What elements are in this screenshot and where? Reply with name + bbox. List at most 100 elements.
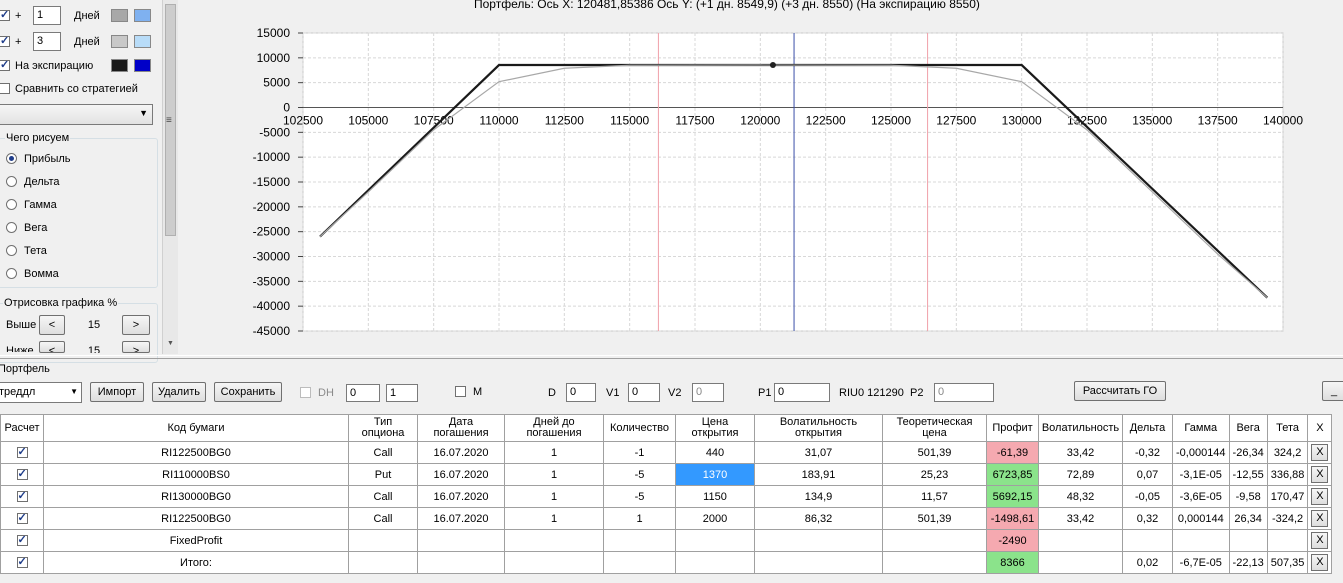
minimize-button[interactable]: _ bbox=[1322, 381, 1343, 401]
col-header[interactable]: Цена открытия bbox=[675, 414, 755, 442]
cell-qty[interactable]: -5 bbox=[603, 463, 676, 486]
cell-code[interactable]: RI122500BG0 bbox=[43, 507, 349, 530]
below-decrease-button[interactable]: < bbox=[39, 341, 65, 353]
settings-scrollbar[interactable]: ▼ bbox=[162, 0, 178, 354]
strategy-select[interactable]: треддл ▼ bbox=[0, 382, 82, 403]
radio-theta[interactable] bbox=[6, 245, 17, 256]
col-header[interactable]: Волатильность открытия bbox=[754, 414, 883, 442]
spin2-input[interactable]: 1 bbox=[386, 384, 418, 402]
cell-code[interactable]: RI110000BS0 bbox=[43, 463, 349, 486]
color-3-gray-swatch[interactable] bbox=[111, 35, 128, 48]
remove-row-button[interactable]: X bbox=[1311, 510, 1329, 527]
remove-row-button[interactable]: X bbox=[1311, 488, 1329, 505]
radio-gamma[interactable] bbox=[6, 199, 17, 210]
cell-date[interactable]: 16.07.2020 bbox=[417, 463, 505, 486]
radio-vega[interactable] bbox=[6, 222, 17, 233]
color-1-gray-swatch[interactable] bbox=[111, 9, 128, 22]
cell-days[interactable]: 1 bbox=[504, 441, 604, 464]
above-decrease-button[interactable]: < bbox=[39, 315, 65, 335]
show-3-day-checkbox[interactable] bbox=[0, 34, 10, 47]
col-header[interactable]: Тета bbox=[1266, 414, 1309, 442]
cell-vol-open[interactable]: 86,32 bbox=[754, 507, 883, 530]
days-3-input[interactable]: 3 bbox=[33, 32, 61, 51]
col-header[interactable]: Количество bbox=[603, 414, 676, 442]
cell-price[interactable]: 440 bbox=[675, 441, 755, 464]
cell-type[interactable]: Call bbox=[348, 507, 418, 530]
table-row[interactable]: RI122500BG0 Call 16.07.2020 1 1 2000 86,… bbox=[0, 507, 1333, 530]
cell-date[interactable]: 16.07.2020 bbox=[417, 441, 505, 464]
dh-checkbox[interactable] bbox=[300, 387, 311, 398]
m-checkbox[interactable] bbox=[455, 386, 466, 397]
expiry-blue-swatch[interactable] bbox=[134, 59, 151, 72]
calc-checkbox[interactable] bbox=[16, 511, 28, 525]
col-header[interactable]: Профит bbox=[986, 414, 1039, 442]
v1-input[interactable]: 0 bbox=[628, 383, 660, 402]
remove-row-button[interactable]: X bbox=[1311, 532, 1329, 549]
col-header[interactable]: Код бумаги bbox=[43, 414, 349, 442]
expiry-checkbox[interactable] bbox=[0, 58, 10, 71]
cell-vol-open[interactable]: 31,07 bbox=[754, 441, 883, 464]
cell-qty[interactable]: 1 bbox=[603, 507, 676, 530]
calc-checkbox[interactable] bbox=[16, 555, 28, 569]
calc-go-button[interactable]: Рассчитать ГО bbox=[1074, 381, 1166, 401]
remove-row-button[interactable]: X bbox=[1311, 444, 1329, 461]
p1-input[interactable]: 0 bbox=[774, 383, 830, 402]
radio-profit[interactable] bbox=[6, 153, 17, 164]
table-row-total[interactable]: Итого: 8366 0,02 -6,7E-05 -22,13 507,35 … bbox=[0, 551, 1333, 574]
color-1-blue-swatch[interactable] bbox=[134, 9, 151, 22]
cell-days[interactable]: 1 bbox=[504, 507, 604, 530]
cell-type[interactable]: Put bbox=[348, 463, 418, 486]
remove-row-button[interactable]: X bbox=[1311, 466, 1329, 483]
col-header[interactable]: Теоретическая цена bbox=[882, 414, 987, 442]
radio-delta[interactable] bbox=[6, 176, 17, 187]
col-header[interactable]: Дельта bbox=[1122, 414, 1173, 442]
cell-date[interactable]: 16.07.2020 bbox=[417, 507, 505, 530]
table-row[interactable]: RI130000BG0 Call 16.07.2020 1 -5 1150 13… bbox=[0, 485, 1333, 508]
cell-type[interactable]: Call bbox=[348, 441, 418, 464]
section-separator[interactable] bbox=[0, 355, 1343, 359]
col-header[interactable]: Расчет bbox=[0, 414, 44, 442]
cell-code[interactable]: RI130000BG0 bbox=[43, 485, 349, 508]
payoff-chart[interactable]: 102500 105000 107500 110000 112500 115000 1175… bbox=[180, 10, 1343, 350]
cell-price[interactable]: 1150 bbox=[675, 485, 755, 508]
radio-vomma[interactable] bbox=[6, 268, 17, 279]
calc-checkbox[interactable] bbox=[16, 445, 28, 459]
scroll-down-icon[interactable]: ▼ bbox=[167, 340, 174, 347]
cell-qty[interactable]: -5 bbox=[603, 485, 676, 508]
cell-days[interactable]: 1 bbox=[504, 485, 604, 508]
splitter-grip-icon[interactable]: ≡ bbox=[166, 115, 172, 126]
save-button[interactable]: Сохранить bbox=[214, 382, 282, 402]
import-button[interactable]: Импорт bbox=[90, 382, 144, 402]
col-header[interactable]: Дней до погашения bbox=[504, 414, 604, 442]
calc-checkbox[interactable] bbox=[16, 467, 28, 481]
col-header[interactable]: X bbox=[1307, 414, 1333, 442]
cell-date[interactable]: 16.07.2020 bbox=[417, 485, 505, 508]
above-value[interactable]: 15 bbox=[72, 319, 116, 331]
below-value[interactable]: 15 bbox=[72, 345, 116, 353]
cell-price[interactable]: 2000 bbox=[675, 507, 755, 530]
days-1-input[interactable]: 1 bbox=[33, 6, 61, 25]
compare-checkbox[interactable] bbox=[0, 83, 10, 94]
above-increase-button[interactable]: > bbox=[122, 315, 150, 335]
show-1-day-checkbox[interactable] bbox=[0, 8, 10, 21]
delete-button[interactable]: Удалить bbox=[152, 382, 206, 402]
remove-row-button[interactable]: X bbox=[1311, 554, 1329, 571]
cell-code[interactable]: RI122500BG0 bbox=[43, 441, 349, 464]
col-header[interactable]: Волатильность bbox=[1038, 414, 1123, 442]
col-header[interactable]: Вега bbox=[1228, 414, 1268, 442]
col-header[interactable]: Дата погашения bbox=[417, 414, 505, 442]
expiry-black-swatch[interactable] bbox=[111, 59, 128, 72]
cell-vol-open[interactable]: 183,91 bbox=[754, 463, 883, 486]
calc-checkbox[interactable] bbox=[16, 533, 28, 547]
col-header[interactable]: Гамма bbox=[1172, 414, 1230, 442]
table-row-fixed-profit[interactable]: FixedProfit -2490 X bbox=[0, 529, 1333, 552]
cell-qty[interactable]: -1 bbox=[603, 441, 676, 464]
table-row[interactable]: RI110000BS0 Put 16.07.2020 1 -5 1370 183… bbox=[0, 463, 1333, 486]
cell-price-selected[interactable]: 1370 bbox=[675, 463, 755, 486]
col-header[interactable]: Тип опциона bbox=[348, 414, 418, 442]
calc-checkbox[interactable] bbox=[16, 489, 28, 503]
v2-input[interactable]: 0 bbox=[692, 383, 724, 402]
color-3-blue-swatch[interactable] bbox=[134, 35, 151, 48]
cell-days[interactable]: 1 bbox=[504, 463, 604, 486]
p2-input[interactable]: 0 bbox=[934, 383, 994, 402]
